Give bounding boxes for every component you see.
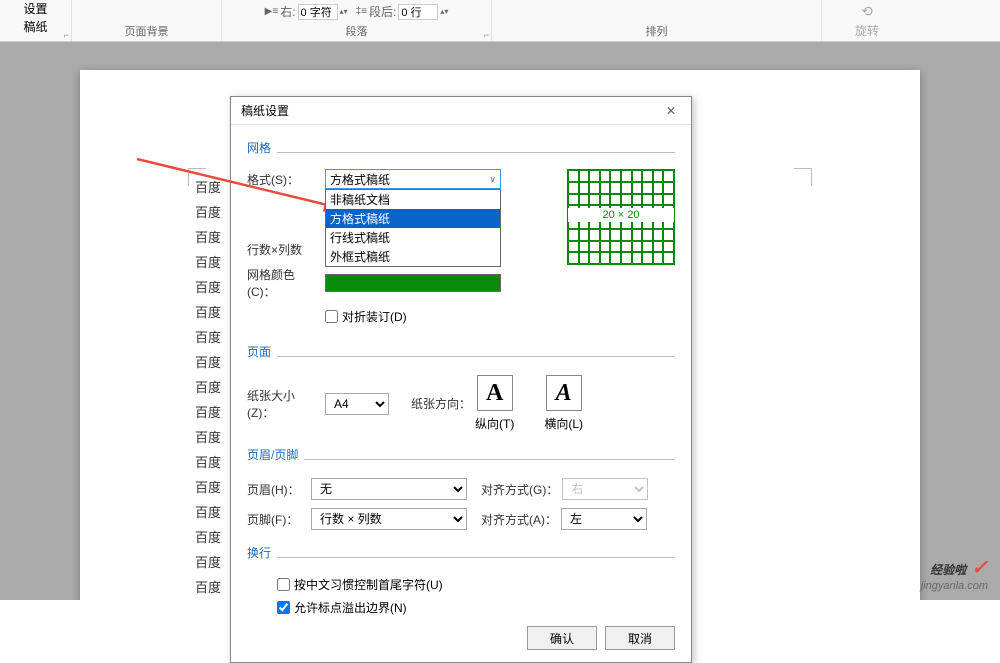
spacing-after: ‡≡ 段后: ▴▾ — [356, 3, 449, 20]
ribbon-group-arrange: 排列 — [500, 23, 813, 41]
format-option[interactable]: 非稿纸文档 — [326, 190, 500, 209]
footer-align-select[interactable]: 左 — [561, 508, 647, 530]
spacing-after-input[interactable] — [398, 4, 438, 20]
dialog-title: 稿纸设置 — [241, 102, 289, 119]
format-option[interactable]: 方格式稿纸 — [326, 209, 500, 228]
ribbon-rotate: ⟲ 旋转 — [851, 1, 883, 41]
watermark: 经验啦 ✓ jingyanla.com — [921, 555, 988, 592]
portrait-label: 纵向(T) — [475, 415, 514, 432]
fold-bind-checkbox[interactable] — [325, 310, 338, 323]
cancel-button[interactable]: 取消 — [605, 626, 675, 650]
format-option[interactable]: 行线式稿纸 — [326, 228, 500, 247]
footer-label: 页脚(F)： — [247, 511, 307, 528]
ribbon-item-grid-paper[interactable]: 稿纸 — [23, 18, 47, 35]
footer-align-label: 对齐方式(A)： — [481, 511, 557, 528]
expand-icon[interactable]: ⌐ — [484, 30, 489, 40]
punct-overflow-label: 允许标点溢出边界(N) — [294, 599, 407, 616]
fold-bind-label: 对折装订(D) — [342, 308, 407, 325]
close-icon[interactable]: ✕ — [661, 104, 681, 118]
paper-size-label: 纸张大小(Z)： — [247, 387, 321, 421]
format-option[interactable]: 外框式稿纸 — [326, 247, 500, 266]
ribbon-group-page-bg: 页面背景 — [80, 23, 213, 41]
grid-color-label: 网格颜色(C)： — [247, 266, 321, 300]
punct-overflow-checkbox[interactable] — [277, 601, 290, 614]
header-align-select: 右 — [562, 478, 648, 500]
grid-paper-dialog: 稿纸设置 ✕ 网格 格式(S)： 方格式稿纸 ∨ 非稿纸文档方格式稿纸行线式稿纸… — [230, 96, 692, 663]
orientation-label: 纸张方向： — [411, 395, 471, 412]
indent-right: ▶≡ 右: ▴▾ — [265, 3, 348, 20]
section-wrap: 换行 — [247, 546, 277, 560]
landscape-label: 横向(L) — [544, 415, 583, 432]
ok-button[interactable]: 确认 — [527, 626, 597, 650]
grid-color-picker[interactable] — [325, 274, 501, 292]
section-grid: 网格 — [247, 141, 277, 155]
header-label: 页眉(H)： — [247, 481, 307, 498]
format-dropdown[interactable]: 方格式稿纸 ∨ — [325, 169, 501, 189]
footer-select[interactable]: 行数 × 列数 — [311, 508, 467, 530]
format-label: 格式(S)： — [247, 171, 321, 188]
expand-icon[interactable]: ⌐ — [64, 30, 69, 40]
chinese-wrap-label: 按中文习惯控制首尾字符(U) — [294, 576, 443, 593]
grid-preview: 20 × 20 — [567, 169, 675, 265]
rows-cols-label: 行数×列数 — [247, 241, 321, 258]
chevron-down-icon: ∨ — [489, 174, 496, 185]
section-header-footer: 页眉/页脚 — [247, 448, 304, 462]
header-select[interactable]: 无 — [311, 478, 467, 500]
paper-size-select[interactable]: A4 — [325, 393, 389, 415]
ribbon-item-settings[interactable]: 设置 — [23, 0, 47, 17]
chinese-wrap-checkbox[interactable] — [277, 578, 290, 591]
ribbon-group-paragraph: 段落 — [230, 23, 483, 41]
header-align-label: 对齐方式(G)： — [481, 481, 558, 498]
portrait-icon[interactable]: A — [477, 375, 513, 411]
landscape-icon[interactable]: A — [546, 375, 582, 411]
section-page: 页面 — [247, 345, 277, 359]
indent-right-input[interactable] — [298, 4, 338, 20]
